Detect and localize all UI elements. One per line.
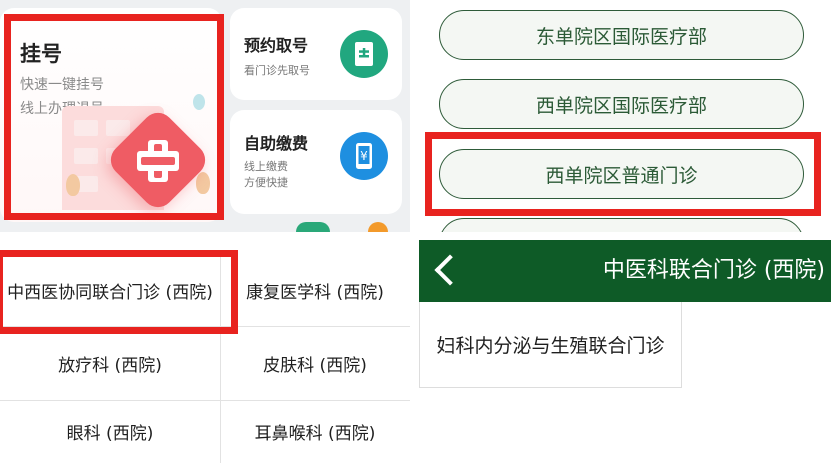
highlight-selected-hospital: [425, 132, 821, 216]
highlight-selected-department: [0, 250, 238, 334]
department-grid: 中西医协同联合门诊 (西院) 康复医学科 (西院) 放疗科 (西院) 皮肤科 (…: [0, 240, 410, 463]
clinic-item[interactable]: 妇科内分泌与生殖联合门诊: [419, 302, 682, 388]
booking-title: 预约取号: [244, 36, 309, 55]
clinic-header: 中医科联合门诊 (西院): [419, 240, 831, 302]
clinic-header-title: 中医科联合门诊 (西院): [602, 258, 825, 283]
payment-subtitle-1: 线上缴费: [244, 160, 288, 173]
mobile-payment-icon: ¥: [340, 132, 388, 180]
registration-panel: 挂号 快速一键挂号 线上办理退号 预约取号 看门诊先取号: [0, 0, 410, 232]
department-cell[interactable]: 放疗科 (西院): [0, 326, 220, 400]
chevron-left-icon[interactable]: [434, 254, 466, 286]
booking-subtitle: 看门诊先取号: [244, 64, 310, 77]
booking-card[interactable]: 预约取号 看门诊先取号: [230, 8, 402, 100]
hospital-list: 东单院区国际医疗部 西单院区国际医疗部 西单院区普通门诊: [419, 0, 831, 232]
department-cell[interactable]: 皮肤科 (西院): [220, 326, 410, 400]
hospital-option-1[interactable]: 东单院区国际医疗部: [439, 10, 804, 60]
hospital-option-2[interactable]: 西单院区国际医疗部: [439, 79, 804, 129]
hospital-option-4[interactable]: [439, 218, 804, 232]
clinic-page: 中医科联合门诊 (西院) 妇科内分泌与生殖联合门诊: [419, 240, 831, 463]
department-cell[interactable]: 耳鼻喉科 (西院): [220, 400, 410, 463]
svg-text:¥: ¥: [360, 149, 368, 163]
payment-card[interactable]: 自助缴费 线上缴费 方便快捷 ¥: [230, 110, 402, 214]
payment-title: 自助缴费: [244, 134, 309, 153]
composite-screenshot: 挂号 快速一键挂号 线上办理退号 预约取号 看门诊先取号: [0, 0, 831, 463]
highlight-register-card: [4, 14, 224, 220]
payment-subtitle-2: 方便快捷: [244, 176, 288, 189]
department-cell[interactable]: 康复医学科 (西院): [220, 254, 410, 326]
ticket-icon: [340, 30, 388, 78]
department-cell[interactable]: 眼科 (西院): [0, 400, 220, 463]
